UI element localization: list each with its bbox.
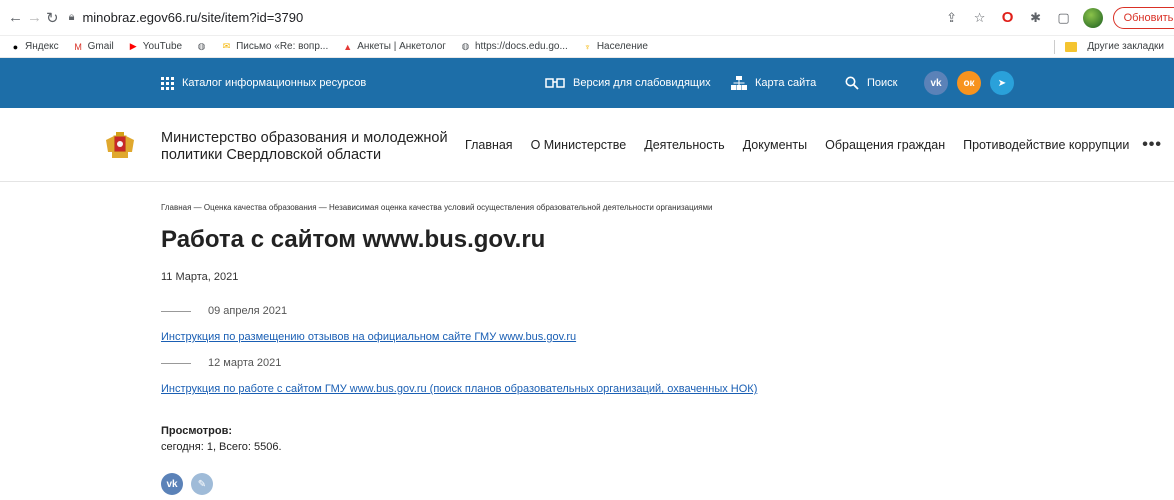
catalog-label: Каталог информационных ресурсов: [182, 77, 367, 89]
views-label: Просмотров:: [161, 425, 233, 437]
entry-date-row: 09 апреля 2021: [161, 305, 287, 317]
bookmark-item[interactable]: ◍: [196, 41, 207, 52]
bookmark-item[interactable]: ♆ Население: [582, 41, 648, 52]
site-top-bar: Каталог информационных ресурсов Версия д…: [0, 58, 1174, 108]
entry-date-row: 12 марта 2021: [161, 357, 281, 369]
back-icon[interactable]: ←: [8, 7, 23, 29]
extensions-icon[interactable]: ✱: [1027, 9, 1045, 27]
search-link[interactable]: Поиск: [845, 58, 897, 108]
share-icon[interactable]: ⇪: [943, 9, 961, 27]
browser-toolbar: ← → ↻ 🔒︎ minobraz.egov66.ru/site/item?id…: [0, 0, 1174, 36]
coat-of-arms-icon[interactable]: [104, 132, 136, 160]
vision-version-link[interactable]: Версия для слабовидящих: [545, 58, 711, 108]
yandex-icon: ●: [12, 41, 19, 52]
views-value: сегодня: 1, Всего: 5506.: [161, 441, 282, 453]
catalog-link[interactable]: Каталог информационных ресурсов: [161, 58, 366, 108]
entry-date: 12 марта 2021: [208, 357, 282, 369]
update-button[interactable]: Обновить: [1112, 6, 1174, 29]
entry-date: 09 апреля 2021: [208, 305, 288, 317]
vision-label: Версия для слабовидящих: [573, 77, 711, 89]
url-text: minobraz.egov66.ru/site/item?id=3790: [82, 10, 304, 25]
telegram-icon[interactable]: ➤: [990, 71, 1014, 95]
share-buttons: vk ✎: [161, 473, 213, 495]
bookmark-label: Письмо «Re: вопр...: [236, 41, 329, 52]
dash-divider: [161, 310, 191, 312]
gmail-icon: M: [74, 41, 82, 52]
bookmark-label: YouTube: [142, 41, 183, 52]
nav-link[interactable]: Главная: [465, 138, 513, 152]
browser-window: ← → ↻ 🔒︎ minobraz.egov66.ru/site/item?id…: [0, 0, 1174, 500]
profile-avatar[interactable]: [1082, 7, 1103, 28]
bookmark-item[interactable]: ▲ Анкеты | Анкетолог: [342, 41, 446, 52]
social-links: vk ок ➤: [924, 58, 1014, 108]
nav-link[interactable]: Противодействие коррупции: [963, 138, 1129, 152]
other-bookmarks-label: Другие закладки: [1087, 41, 1164, 52]
site-navigation: Министерство образования и молодежной по…: [0, 108, 1174, 182]
ok-icon[interactable]: ок: [957, 71, 981, 95]
nav-link[interactable]: Деятельность: [644, 138, 724, 152]
page-title: Работа с сайтом www.bus.gov.ru: [161, 226, 546, 253]
bookmark-label: Анкеты | Анкетолог: [357, 41, 446, 52]
bookmarks-bar: ● Яндекс M Gmail ▶ YouTube ◍ ✉ Письмо «Re: вопр.…: [0, 36, 1174, 58]
bookmark-item[interactable]: M Gmail: [73, 41, 114, 52]
folder-icon: [1065, 41, 1078, 52]
breadcrumb[interactable]: Главная — Оценка качества образования — …: [161, 203, 712, 212]
glasses-icon: [545, 78, 565, 88]
globe-icon: ◍: [461, 41, 470, 51]
star-icon[interactable]: ☆: [971, 9, 989, 27]
bookmark-label: Gmail: [87, 41, 114, 52]
reload-icon[interactable]: ↻: [46, 7, 59, 29]
lock-icon[interactable]: 🔒︎: [69, 11, 75, 24]
more-menu-icon[interactable]: •••: [1142, 136, 1162, 154]
population-icon: ♆: [583, 41, 591, 52]
bookmark-label: https://docs.edu.go...: [474, 41, 568, 52]
share-vk-icon[interactable]: vk: [161, 473, 183, 495]
anketolog-icon: ▲: [343, 41, 353, 52]
bookmark-item[interactable]: ▶ YouTube: [128, 41, 182, 52]
youtube-icon: ▶: [129, 41, 137, 51]
bookmark-label: Население: [596, 41, 648, 52]
bookmark-label: Яндекс: [25, 41, 59, 52]
main-menu: Главная О Министерстве Деятельность Докумен…: [465, 138, 1147, 152]
org-name-line1: Министерство образования и молодежной: [161, 130, 448, 146]
search-label: Поиск: [867, 77, 898, 89]
org-name[interactable]: Министерство образования и молодежной по…: [161, 130, 461, 164]
globe-icon: ◍: [197, 41, 206, 51]
separator: [1054, 39, 1056, 54]
bookmark-item[interactable]: ● Яндекс: [10, 41, 59, 52]
nav-link[interactable]: Обращения граждан: [825, 138, 945, 152]
address-bar[interactable]: 🔒︎ minobraz.egov66.ru/site/item?id=3790: [63, 5, 943, 31]
nav-link[interactable]: О Министерстве: [531, 138, 627, 152]
opera-icon[interactable]: O: [999, 9, 1017, 27]
sitemap-icon: [731, 76, 747, 90]
document-link[interactable]: Инструкция по размещению отзывов на офиц…: [161, 331, 576, 343]
other-bookmarks[interactable]: Другие закладки: [1054, 39, 1164, 54]
mail-icon: ✉: [222, 41, 231, 51]
share-link-icon[interactable]: ✎: [191, 473, 213, 495]
sitemap-link[interactable]: Карта сайта: [731, 58, 816, 108]
document-link[interactable]: Инструкция по работе с сайтом ГМУ www.bu…: [161, 383, 757, 395]
bookmark-item[interactable]: ✉ Письмо «Re: вопр...: [221, 41, 328, 52]
nav-link[interactable]: Документы: [743, 138, 807, 152]
dash-divider: [161, 362, 191, 364]
vk-icon[interactable]: vk: [924, 71, 948, 95]
search-icon: [845, 76, 859, 90]
org-name-line2: политики Свердловской области: [161, 147, 382, 163]
sidebar-icon[interactable]: ▢: [1055, 9, 1073, 27]
bookmark-item[interactable]: ◍ https://docs.edu.go...: [460, 41, 568, 52]
publish-date: 11 Марта, 2021: [161, 271, 239, 283]
grid-icon: [161, 76, 174, 90]
forward-icon[interactable]: →: [27, 7, 42, 29]
sitemap-label: Карта сайта: [755, 77, 817, 89]
